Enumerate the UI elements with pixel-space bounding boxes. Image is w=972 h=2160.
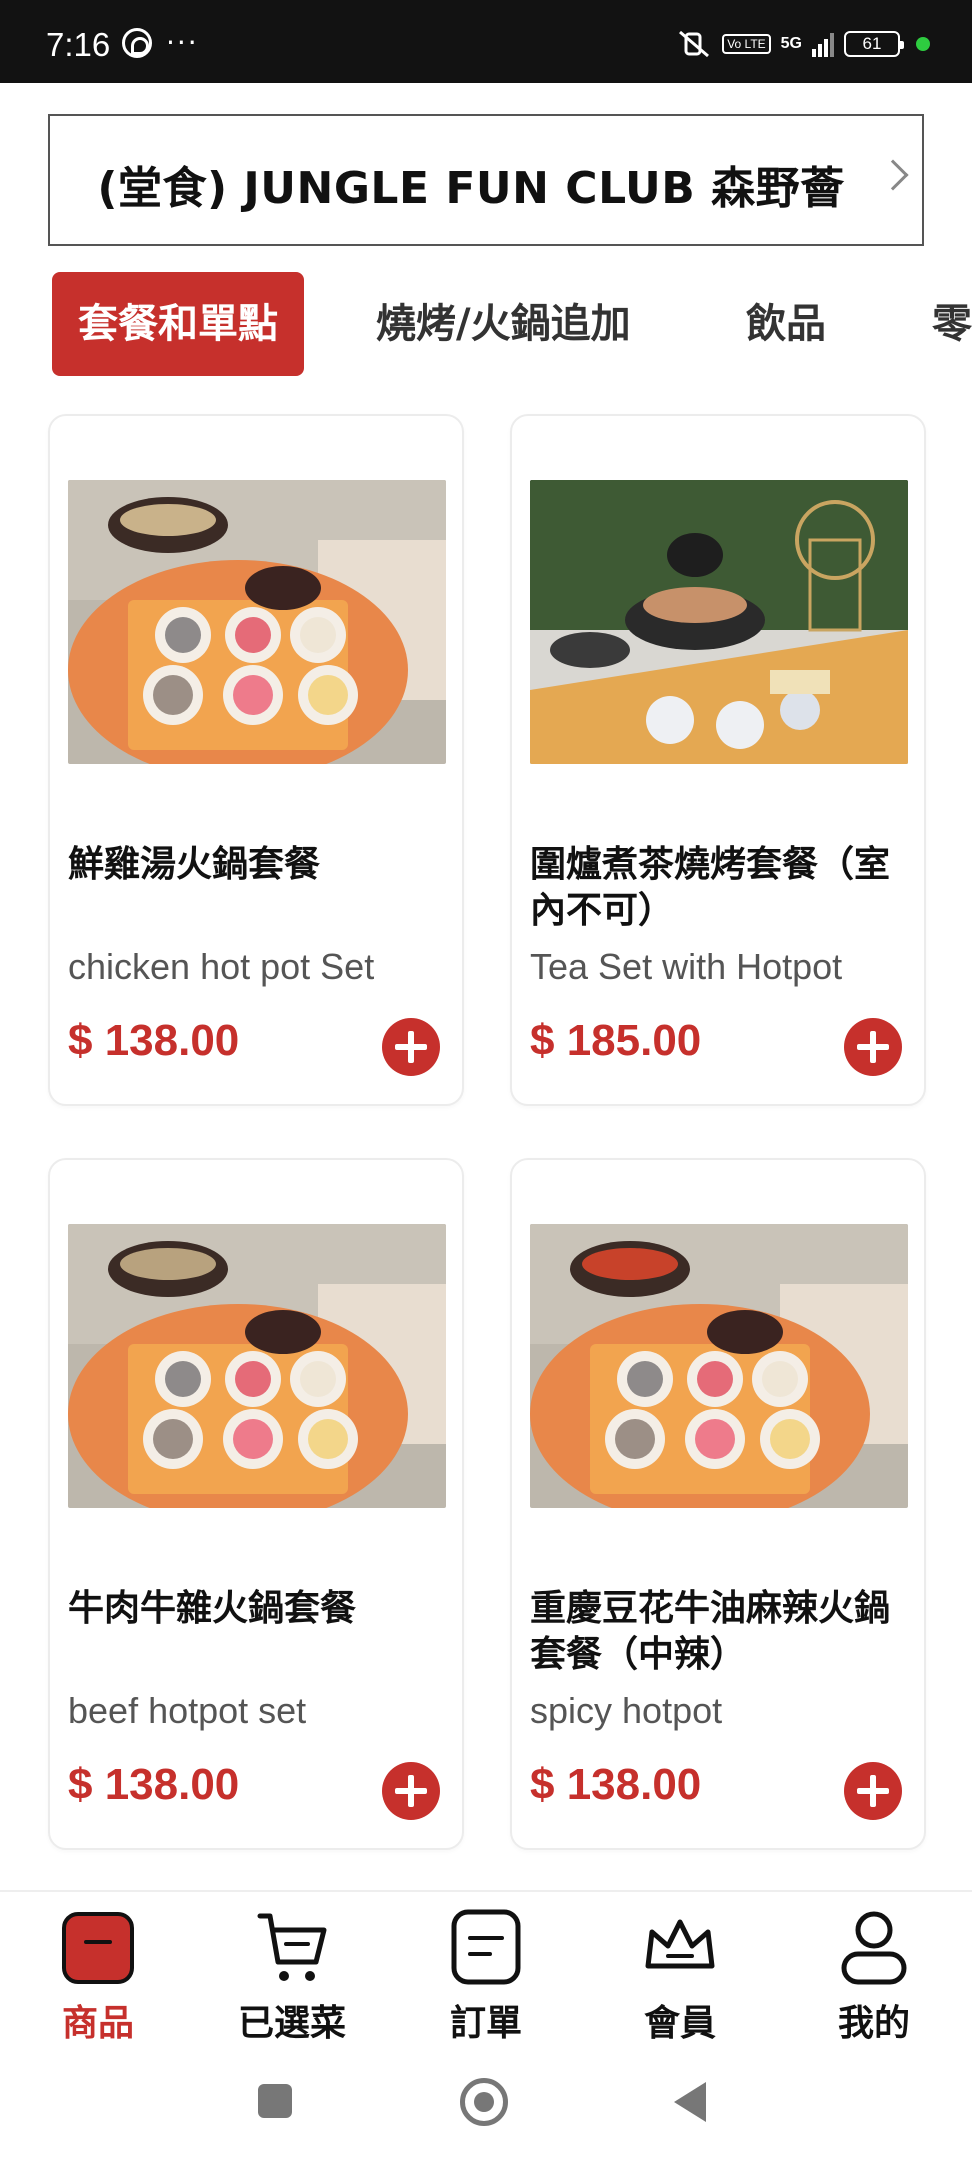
battery-icon: 61: [844, 31, 904, 57]
network-type: 5G: [780, 35, 802, 52]
product-english-name: chicken hot pot Set: [68, 946, 375, 987]
vibrate-mute-icon: [679, 30, 710, 58]
more-notifications-icon: ···: [166, 26, 199, 59]
store-selector[interactable]: (堂食) JUNGLE FUN CLUB 森野薈: [48, 114, 924, 246]
add-to-cart-icon[interactable]: [844, 1762, 902, 1820]
nav-label: 已選菜: [237, 2003, 346, 2044]
product-english-name: beef hotpot set: [68, 1690, 307, 1731]
nav-label: 我的: [837, 2003, 910, 2044]
nav-item-membership[interactable]: 會員: [600, 1906, 760, 2046]
nav-label: 訂單: [449, 2003, 522, 2044]
product-name: 重慶豆花牛油麻辣火鍋套餐（中辣）: [530, 1588, 891, 1675]
tab-drinks[interactable]: 飲品: [746, 272, 826, 376]
add-to-cart-icon[interactable]: [382, 1762, 440, 1820]
product-name: 圍爐煮茶燒烤套餐（室內不可）: [530, 844, 891, 931]
product-price: $ 138.00: [68, 1760, 240, 1809]
product-english-name: Tea Set with Hotpot: [530, 946, 843, 987]
store-title: (堂食) JUNGLE FUN CLUB 森野薈: [97, 163, 845, 214]
product-card[interactable]: 鮮雞湯火鍋套餐 chicken hot pot Set $ 138.00: [48, 414, 464, 1106]
product-image: [68, 1224, 446, 1508]
product-name: 鮮雞湯火鍋套餐: [68, 844, 321, 885]
user-icon: [841, 1911, 907, 1985]
add-to-cart-icon[interactable]: [382, 1018, 440, 1076]
tab-set-meals[interactable]: 套餐和單點: [52, 272, 304, 376]
signal-icon: [812, 31, 834, 57]
privacy-indicator-icon: [916, 37, 930, 51]
nav-item-orders[interactable]: 訂單: [406, 1906, 566, 2046]
cart-icon: [257, 1913, 327, 1981]
product-name: 牛肉牛雜火鍋套餐: [68, 1588, 357, 1629]
whatsapp-icon: [122, 28, 152, 58]
add-to-cart-icon[interactable]: [844, 1018, 902, 1076]
product-image: [530, 480, 908, 764]
crown-icon: [645, 1919, 715, 1969]
product-image: [68, 480, 446, 764]
tab-snacks[interactable]: 零: [932, 272, 972, 376]
product-price: $ 138.00: [68, 1016, 240, 1065]
product-card[interactable]: 牛肉牛雜火鍋套餐 beef hotpot set $ 138.00: [48, 1158, 464, 1850]
nav-item-products[interactable]: 商品: [18, 1906, 178, 2046]
shop-bag-icon: [62, 1912, 134, 1984]
category-tabs: 套餐和單點 燒烤/火鍋追加 飲品 零: [52, 272, 972, 376]
product-card[interactable]: 重慶豆花牛油麻辣火鍋套餐（中辣） spicy hotpot $ 138.00: [510, 1158, 926, 1850]
product-price: $ 138.00: [530, 1760, 702, 1809]
product-english-name: spicy hotpot: [530, 1690, 723, 1731]
order-list-icon: [451, 1909, 521, 1985]
home-icon[interactable]: [460, 2078, 508, 2126]
product-price: $ 185.00: [530, 1016, 702, 1065]
status-time: 7:16: [46, 26, 111, 63]
back-icon[interactable]: [674, 2082, 706, 2122]
tab-bbq-hotpot-addon[interactable]: 燒烤/火鍋追加: [376, 272, 631, 376]
bottom-nav: 商品 已選菜 訂單 會員 我的: [0, 1890, 972, 2050]
nav-label: 商品: [61, 2003, 134, 2044]
nav-item-profile[interactable]: 我的: [794, 1906, 954, 2046]
system-nav-bar: [0, 2050, 972, 2160]
product-image: [530, 1224, 908, 1508]
product-card[interactable]: 圍爐煮茶燒烤套餐（室內不可） Tea Set with Hotpot $ 185…: [510, 414, 926, 1106]
nav-label: 會員: [643, 2003, 716, 2044]
nav-item-cart[interactable]: 已選菜: [212, 1906, 372, 2046]
volte-icon: Vo LTE: [722, 34, 771, 54]
recent-apps-icon[interactable]: [258, 2084, 292, 2118]
status-bar: 7:16 ··· Vo LTE 5G 61: [0, 0, 972, 83]
